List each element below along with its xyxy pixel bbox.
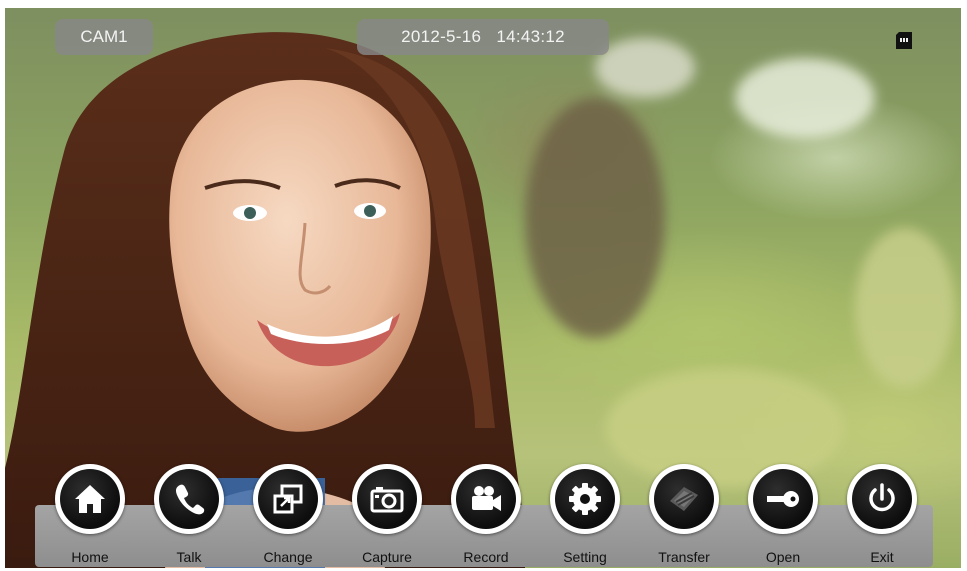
talk-label: Talk [176,549,202,565]
button-ring [55,464,125,534]
home-button[interactable]: Home [50,464,130,565]
button-ring [847,464,917,534]
home-icon [75,485,105,513]
button-ring [748,464,818,534]
setting-label: Setting [563,549,607,565]
capture-button[interactable]: Capture [347,464,427,565]
capture-label: Capture [362,549,412,565]
change-label: Change [263,549,313,565]
setting-button[interactable]: Setting [545,464,625,565]
exit-button[interactable]: Exit [842,464,922,565]
time-text: 14:43:12 [496,27,565,46]
home-label: Home [71,549,109,565]
button-ring [649,464,719,534]
date-text: 2012-5-16 [401,27,482,46]
transfer-button[interactable]: Transfer [644,464,724,565]
camera-view: CAM1 2012-5-16 14:43:12 Home Talk Change… [5,8,961,568]
button-ring [550,464,620,534]
open-button[interactable]: Open [743,464,823,565]
camera-icon [370,487,404,513]
record-button[interactable]: Record [446,464,526,565]
button-ring [253,464,323,534]
change-button[interactable]: Change [248,464,328,565]
video-camera-icon [472,486,501,511]
camera-label: CAM1 [55,19,153,55]
transfer-label: Transfer [658,549,710,565]
phone-icon [176,484,205,515]
switch-window-icon [273,484,303,514]
gear-icon [569,483,601,515]
record-label: Record [463,549,509,565]
datetime-display: 2012-5-16 14:43:12 [357,19,609,55]
button-ring [352,464,422,534]
transfer-icon [670,487,698,511]
key-icon [767,491,799,507]
sd-card-icon [896,32,912,49]
open-label: Open [765,549,801,565]
talk-button[interactable]: Talk [149,464,229,565]
power-icon [869,483,895,512]
button-ring [154,464,224,534]
exit-label: Exit [870,549,894,565]
button-ring [451,464,521,534]
